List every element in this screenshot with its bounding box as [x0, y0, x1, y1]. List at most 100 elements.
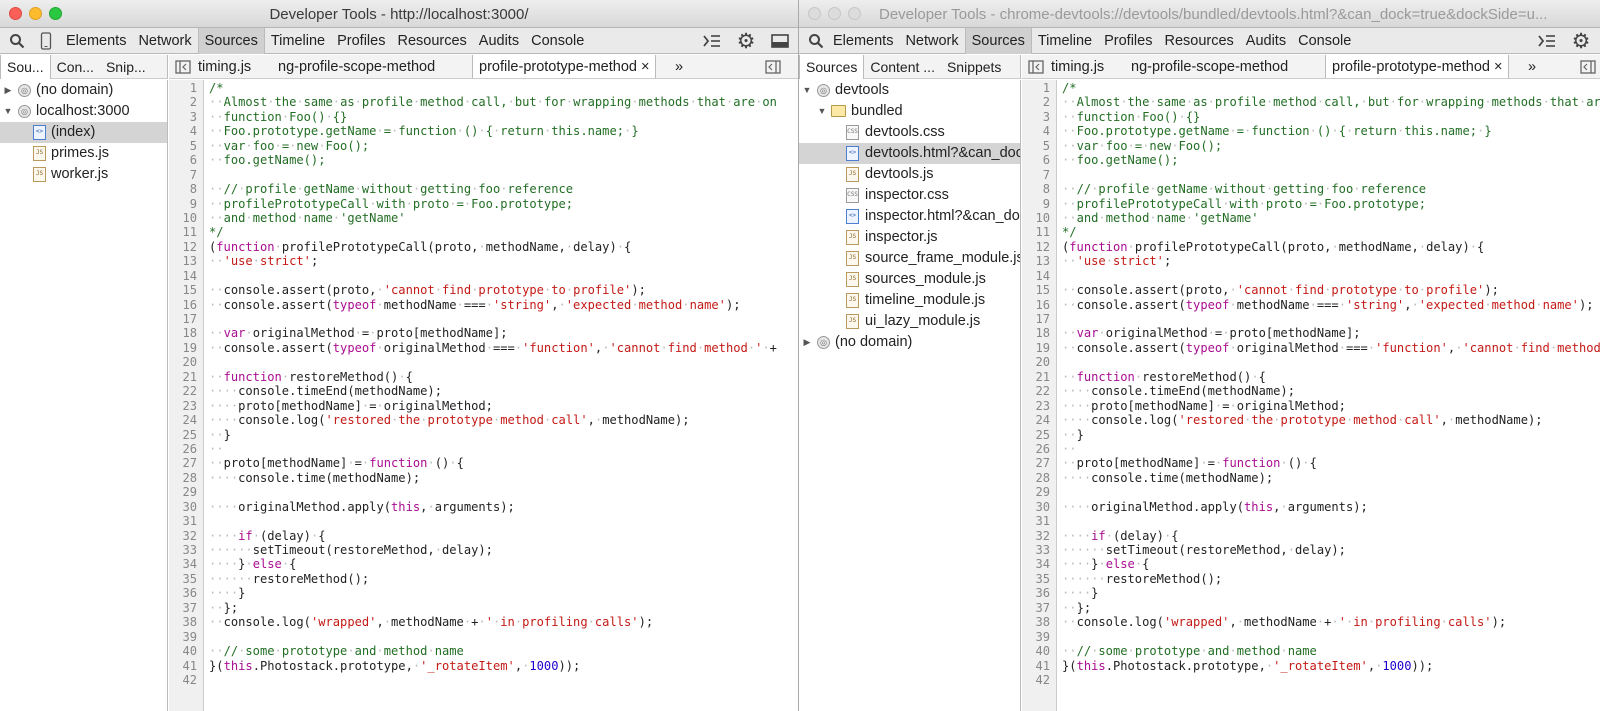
line-number[interactable]: 35: [169, 572, 197, 586]
tab-resources[interactable]: Resources: [391, 28, 472, 54]
line-number[interactable]: 4: [169, 124, 197, 138]
code-line[interactable]: 16 ··console.assert(typeof·methodName·===…: [169, 298, 798, 312]
code-line[interactable]: 20: [169, 355, 798, 369]
editor-tab-timing[interactable]: timing.js: [1045, 55, 1110, 78]
dock-icon[interactable]: [770, 31, 790, 51]
line-number[interactable]: 19: [1022, 341, 1050, 355]
line-number[interactable]: 1: [1022, 81, 1050, 95]
console-drawer-icon[interactable]: [702, 31, 722, 51]
line-number[interactable]: 28: [169, 471, 197, 485]
code-line[interactable]: 8 ··//·profile·getName·without·getting·fo…: [1022, 182, 1600, 196]
line-number[interactable]: 13: [169, 254, 197, 268]
search-icon[interactable]: [806, 31, 826, 51]
code-line[interactable]: 36 ····}: [169, 586, 798, 600]
more-tabs-icon[interactable]: »: [669, 55, 689, 78]
line-number[interactable]: 25: [169, 428, 197, 442]
tree-item-selected[interactable]: <> (index): [0, 122, 167, 143]
line-number[interactable]: 39: [169, 630, 197, 644]
line-number[interactable]: 34: [1022, 557, 1050, 571]
code-line[interactable]: 14: [169, 269, 798, 283]
tab-profiles[interactable]: Profiles: [331, 28, 391, 54]
toggle-navigator-icon[interactable]: [1026, 57, 1046, 77]
code-line[interactable]: 29: [169, 485, 798, 499]
nav-tab-snippets[interactable]: Snippets: [941, 55, 1007, 79]
line-number[interactable]: 8: [169, 182, 197, 196]
nav-tab-sources[interactable]: Sources: [799, 55, 865, 79]
code-line[interactable]: 1 /*: [169, 81, 798, 95]
tree-item[interactable]: CSS inspector.css: [799, 185, 1020, 206]
line-number[interactable]: 26: [169, 442, 197, 456]
console-drawer-icon[interactable]: [1537, 31, 1557, 51]
tab-audits[interactable]: Audits: [473, 28, 525, 54]
tree-item[interactable]: JS sources_module.js: [799, 269, 1020, 290]
line-number[interactable]: 38: [169, 615, 197, 629]
code-line[interactable]: 42: [169, 673, 798, 687]
line-number[interactable]: 26: [1022, 442, 1050, 456]
line-number[interactable]: 30: [1022, 500, 1050, 514]
code-line[interactable]: 4 ··Foo.prototype.getName·=·function·()·{…: [1022, 124, 1600, 138]
line-number[interactable]: 14: [169, 269, 197, 283]
code-line[interactable]: 32 ····if·(delay)·{: [169, 529, 798, 543]
line-number[interactable]: 7: [169, 168, 197, 182]
expanded-arrow-icon[interactable]: ▼: [817, 101, 827, 122]
line-number[interactable]: 40: [169, 644, 197, 658]
code-line[interactable]: 26 ··: [169, 442, 798, 456]
line-number[interactable]: 38: [1022, 615, 1050, 629]
line-number[interactable]: 42: [1022, 673, 1050, 687]
tree-item[interactable]: ▼ ◎ devtools: [799, 80, 1020, 101]
line-number[interactable]: 41: [1022, 659, 1050, 673]
code-line[interactable]: 26 ··: [1022, 442, 1600, 456]
code-line[interactable]: 31: [169, 514, 798, 528]
editor-tab-timing[interactable]: timing.js: [192, 55, 257, 78]
code-line[interactable]: 7: [169, 168, 798, 182]
tree-item-selected[interactable]: <> devtools.html?&can_doc: [799, 143, 1020, 164]
line-number[interactable]: 30: [169, 500, 197, 514]
code-line[interactable]: 17: [169, 312, 798, 326]
editor-tab-ng-profile-scope-method[interactable]: ng-profile-scope-method: [1125, 55, 1294, 78]
editor-tab-profile-prototype-method[interactable]: profile-prototype-method ×: [472, 55, 657, 78]
line-number[interactable]: 33: [1022, 543, 1050, 557]
code-line[interactable]: 25 ··}: [169, 428, 798, 442]
code-line[interactable]: 27 ··proto[methodName]·=·function·()·{: [169, 456, 798, 470]
code-line[interactable]: 33 ······setTimeout(restoreMethod,·delay)…: [1022, 543, 1600, 557]
code-line[interactable]: 18 ··var·originalMethod·=·proto[methodNam…: [1022, 326, 1600, 340]
search-icon[interactable]: [7, 31, 27, 51]
code-line[interactable]: 30 ····originalMethod.apply(this,·argumen…: [169, 500, 798, 514]
toggle-debugger-icon[interactable]: [763, 57, 783, 77]
code-line[interactable]: 3 ··function·Foo()·{}: [1022, 110, 1600, 124]
tree-item[interactable]: JS ui_lazy_module.js: [799, 311, 1020, 332]
line-number[interactable]: 18: [169, 326, 197, 340]
tab-elements[interactable]: Elements: [827, 28, 899, 54]
code-line[interactable]: 21 ··function·restoreMethod()·{: [1022, 370, 1600, 384]
line-number[interactable]: 22: [1022, 384, 1050, 398]
code-line[interactable]: 5 ··var·foo·=·new·Foo();: [169, 139, 798, 153]
code-line[interactable]: 10 ··and·method·name·'getName': [1022, 211, 1600, 225]
line-number[interactable]: 5: [169, 139, 197, 153]
tab-sources[interactable]: Sources: [964, 28, 1032, 54]
code-line[interactable]: 9 ··profilePrototypeCall·with·proto·=·Foo…: [1022, 197, 1600, 211]
close-tab-icon[interactable]: ×: [1494, 59, 1502, 75]
tree-item[interactable]: JS timeline_module.js: [799, 290, 1020, 311]
line-number[interactable]: 6: [1022, 153, 1050, 167]
line-number[interactable]: 8: [1022, 182, 1050, 196]
code-line[interactable]: 27 ··proto[methodName]·=·function·()·{: [1022, 456, 1600, 470]
expanded-arrow-icon[interactable]: ▼: [802, 80, 812, 101]
line-number[interactable]: 22: [169, 384, 197, 398]
tree-item[interactable]: ▶ ◎ (no domain): [799, 332, 1020, 353]
line-number[interactable]: 4: [1022, 124, 1050, 138]
line-number[interactable]: 21: [1022, 370, 1050, 384]
line-number[interactable]: 21: [169, 370, 197, 384]
code-line[interactable]: 28 ····console.time(methodName);: [169, 471, 798, 485]
collapsed-arrow-icon[interactable]: ▶: [802, 332, 812, 353]
tree-item[interactable]: ▼ ◎ localhost:3000: [0, 101, 167, 122]
line-number[interactable]: 36: [1022, 586, 1050, 600]
code-line[interactable]: 24 ····console.log('restored·the·prototyp…: [169, 413, 798, 427]
line-number[interactable]: 10: [169, 211, 197, 225]
code-line[interactable]: 39: [169, 630, 798, 644]
code-line[interactable]: 17: [1022, 312, 1600, 326]
line-number[interactable]: 15: [169, 283, 197, 297]
code-line[interactable]: 5 ··var·foo·=·new·Foo();: [1022, 139, 1600, 153]
line-number[interactable]: 19: [169, 341, 197, 355]
line-number[interactable]: 34: [169, 557, 197, 571]
line-number[interactable]: 11: [1022, 225, 1050, 239]
